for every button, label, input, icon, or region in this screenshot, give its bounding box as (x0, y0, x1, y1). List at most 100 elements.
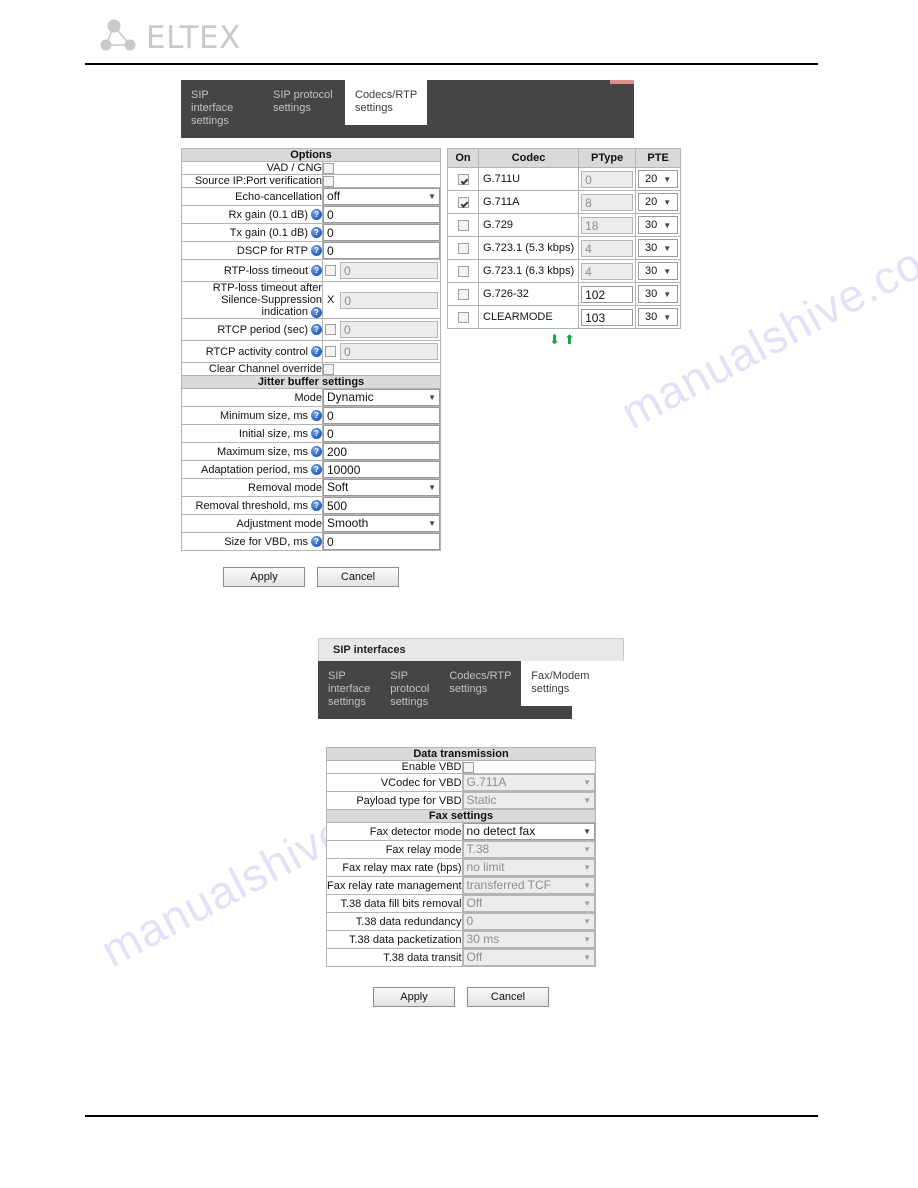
rtp-loss-timeout-input[interactable]: 0 (340, 262, 438, 279)
t38-data-redundancy-select[interactable]: 0 ▼ (462, 913, 595, 930)
echo-cancellation-select[interactable]: off ▼ (323, 188, 440, 205)
row-echo-cancellation: Echo-cancellation off ▼ (181, 187, 441, 206)
help-icon[interactable]: ? (311, 209, 322, 221)
codec-enable-checkbox[interactable] (457, 311, 469, 323)
table-row[interactable]: G.711U 0 20 ▼ (447, 167, 682, 191)
codec-ptype-input[interactable]: 102 (581, 285, 634, 303)
codec-enable-checkbox[interactable] (457, 242, 469, 254)
codec-pte-select[interactable]: 30 ▼ (638, 239, 679, 257)
table-row[interactable]: G.729 18 30 ▼ (447, 213, 682, 237)
maximum-size-input[interactable]: 200 (323, 443, 440, 460)
t38-data-packetization-select[interactable]: 30 ms ▼ (462, 931, 595, 948)
table-row[interactable]: G.723.1 (5.3 kbps) 4 30 ▼ (447, 236, 682, 260)
tab-sip-interface-settings[interactable]: SIP interface settings (181, 80, 263, 138)
help-icon[interactable]: ? (311, 227, 322, 239)
rtcp-period-checkbox[interactable] (325, 324, 336, 335)
codec-pte-select[interactable]: 30 ▼ (638, 216, 679, 234)
tab-sip-interface-settings[interactable]: SIP interface settings (318, 661, 380, 719)
codec-ptype-input[interactable]: 8 (581, 193, 634, 211)
vcodec-for-vbd-select[interactable]: G.711A ▼ (462, 774, 595, 791)
rtcp-activity-control-checkbox[interactable] (325, 346, 336, 357)
t38-data-fill-bits-removal-select[interactable]: Off ▼ (462, 895, 595, 912)
vad-cng-checkbox[interactable] (323, 162, 334, 174)
row-label: Rx gain (0.1 dB)? (181, 205, 323, 224)
adaptation-period-input[interactable]: 10000 (323, 461, 440, 478)
enable-vbd-checkbox[interactable] (462, 761, 474, 773)
removal-mode-select[interactable]: Soft ▼ (323, 479, 440, 496)
help-icon[interactable]: ? (311, 410, 322, 422)
tab-codecs-rtp-settings[interactable]: Codecs/RTP settings (345, 80, 427, 125)
minimum-size-input[interactable]: 0 (323, 407, 440, 424)
codec-pte-select[interactable]: 20 ▼ (638, 170, 679, 188)
codec-header-row: On Codec PType PTE (447, 148, 682, 168)
tab-sip-protocol-settings[interactable]: SIP protocol settings (263, 80, 345, 125)
codec-ptype-input[interactable]: 0 (581, 170, 634, 188)
help-icon[interactable]: ? (311, 464, 322, 476)
table-row[interactable]: G.711A 8 20 ▼ (447, 190, 682, 214)
select-value: off (327, 189, 341, 203)
adjustment-mode-select[interactable]: Smooth ▼ (323, 515, 440, 532)
help-icon[interactable]: ? (311, 446, 322, 458)
help-icon[interactable]: ? (311, 265, 322, 277)
codec-ptype-input[interactable]: 4 (581, 262, 634, 280)
source-ip-port-verification-checkbox[interactable] (323, 175, 334, 187)
help-icon[interactable]: ? (311, 500, 322, 512)
arrow-up-icon[interactable]: ⬆ (564, 332, 579, 347)
size-for-vbd-input[interactable]: 0 (323, 533, 440, 550)
codec-enable-checkbox[interactable] (457, 265, 469, 277)
codec-enable-checkbox[interactable] (457, 288, 469, 300)
codec-table: On Codec PType PTE G.711U 0 20 ▼ G.711A 8… (447, 148, 682, 329)
help-icon[interactable]: ? (311, 536, 322, 548)
tab-sip-protocol-settings[interactable]: SIP protocol settings (380, 661, 439, 719)
arrow-down-icon[interactable]: ⬇ (549, 332, 564, 347)
payload-type-for-vbd-select[interactable]: Static ▼ (462, 792, 595, 809)
dscp-for-rtp-input[interactable]: 0 (323, 242, 440, 259)
row-label: Removal threshold, ms? (181, 496, 323, 515)
tab-codecs-rtp-settings[interactable]: Codecs/RTP settings (439, 661, 521, 706)
clear-channel-override-checkbox[interactable] (323, 363, 334, 375)
rtcp-activity-control-input[interactable]: 0 (340, 343, 438, 360)
apply-button[interactable]: Apply (373, 987, 455, 1007)
row-label: VCodec for VBD (326, 773, 463, 792)
rtcp-period-input[interactable]: 0 (340, 321, 438, 338)
codec-enable-checkbox[interactable] (457, 173, 469, 185)
codec-enable-checkbox[interactable] (457, 219, 469, 231)
codec-enable-checkbox[interactable] (457, 196, 469, 208)
tx-gain-input[interactable]: 0 (323, 224, 440, 241)
row-label: RTP-loss timeout? (181, 259, 323, 282)
chevron-down-icon: ▼ (663, 197, 672, 207)
fax-relay-rate-management-select[interactable]: transferred TCF ▼ (462, 877, 595, 894)
codec-pte-select[interactable]: 30 ▼ (638, 308, 679, 326)
codec-pte-select[interactable]: 30 ▼ (638, 285, 679, 303)
cancel-button[interactable]: Cancel (317, 567, 399, 587)
codec-pte-select[interactable]: 20 ▼ (638, 193, 679, 211)
rx-gain-input[interactable]: 0 (323, 206, 440, 223)
row-field: Off ▼ (461, 894, 597, 913)
jitter-mode-select[interactable]: Dynamic ▼ (323, 389, 440, 406)
rtp-loss-timeout-silence-input[interactable]: 0 (340, 291, 438, 309)
panel1-buttons: Apply Cancel (181, 567, 441, 587)
removal-threshold-input[interactable]: 500 (323, 497, 440, 514)
help-icon[interactable]: ? (311, 428, 322, 440)
fax-relay-mode-select[interactable]: T.38 ▼ (462, 841, 595, 858)
fax-relay-max-rate-select[interactable]: no limit ▼ (462, 859, 595, 876)
cancel-button[interactable]: Cancel (467, 987, 549, 1007)
initial-size-input[interactable]: 0 (323, 425, 440, 442)
tab-fax-modem-settings[interactable]: Fax/Modem settings (521, 661, 600, 706)
help-icon[interactable]: ? (311, 245, 322, 257)
rtp-loss-timeout-checkbox[interactable] (325, 265, 336, 276)
codec-pte-select[interactable]: 30 ▼ (638, 262, 679, 280)
table-row[interactable]: G.723.1 (6.3 kbps) 4 30 ▼ (447, 259, 682, 283)
row-label-text: Size for VBD, ms (224, 535, 308, 548)
help-icon[interactable]: ? (311, 346, 322, 358)
fax-detector-mode-select[interactable]: no detect fax ▼ (462, 823, 595, 840)
codec-ptype-input[interactable]: 103 (581, 308, 634, 326)
table-row[interactable]: CLEARMODE 103 30 ▼ (447, 305, 682, 329)
t38-data-transit-select[interactable]: Off ▼ (462, 949, 595, 966)
apply-button[interactable]: Apply (223, 567, 305, 587)
help-icon[interactable]: ? (311, 306, 322, 318)
table-row[interactable]: G.726-32 102 30 ▼ (447, 282, 682, 306)
codec-ptype-input[interactable]: 4 (581, 239, 634, 257)
codec-ptype-input[interactable]: 18 (581, 216, 634, 234)
help-icon[interactable]: ? (311, 324, 322, 336)
